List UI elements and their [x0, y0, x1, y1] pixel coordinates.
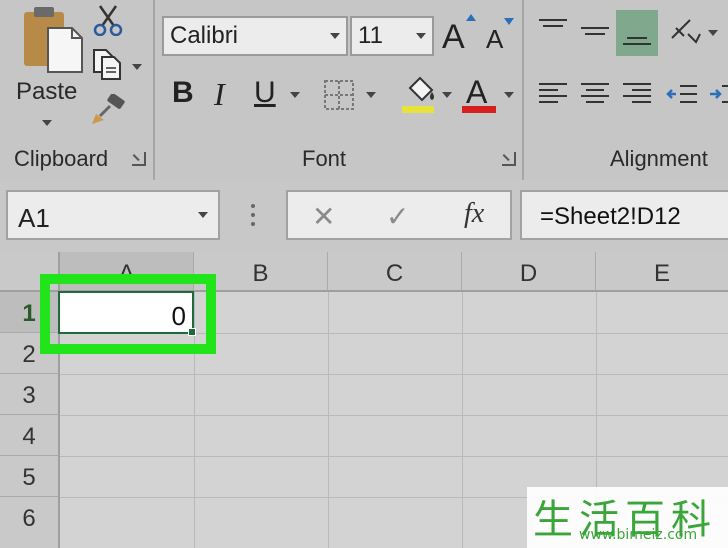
align-bottom-icon: [623, 37, 651, 45]
paint-bucket-icon: [408, 76, 434, 102]
scissors-icon[interactable]: [92, 4, 124, 36]
name-box-value: A1: [18, 203, 50, 233]
paste-button[interactable]: Paste: [8, 4, 88, 132]
cancel-button[interactable]: ✕: [312, 200, 335, 233]
underline-button[interactable]: U: [254, 76, 302, 116]
chevron-down-icon: [290, 92, 300, 98]
grow-font-button[interactable]: A: [442, 12, 476, 56]
insert-function-button[interactable]: fx: [464, 198, 484, 230]
grow-arrow-icon: [466, 14, 476, 21]
enter-button[interactable]: ✓: [386, 200, 409, 233]
gridline: [462, 292, 463, 548]
chevron-down-icon: [504, 92, 514, 98]
paste-clipboard-icon: [24, 7, 83, 73]
watermark: 生活百科 www.bimeiz.com: [527, 487, 728, 548]
align-left-icon[interactable]: [536, 78, 570, 112]
align-right-icon[interactable]: [620, 78, 654, 112]
increase-indent-icon[interactable]: [708, 78, 728, 112]
font-size-value: 11: [358, 22, 383, 49]
formula-input[interactable]: =Sheet2!D12: [520, 190, 728, 240]
formula-text: =Sheet2!D12: [540, 203, 681, 230]
align-bottom-button[interactable]: [616, 10, 658, 56]
grip-dot-icon: [251, 213, 255, 217]
chevron-down-icon: [442, 92, 452, 98]
gridline: [60, 456, 728, 457]
ribbon: Paste Clipboard Calibri 11 A A B I U A F…: [0, 0, 728, 180]
row-header-3[interactable]: 3: [0, 374, 60, 415]
font-color-swatch: [462, 106, 496, 113]
font-dialog-launcher[interactable]: [502, 152, 516, 166]
clipboard-group-label: Clipboard: [14, 146, 109, 171]
ribbon-separator: [522, 0, 524, 180]
align-middle-icon[interactable]: [578, 14, 612, 48]
grow-font-letter: A: [442, 18, 465, 56]
shrink-font-letter: A: [486, 24, 504, 54]
paste-dropdown-caret[interactable]: [42, 120, 52, 126]
cell-a1-value: 0: [171, 301, 186, 331]
column-header-d[interactable]: D: [462, 252, 596, 292]
watermark-url: www.bimeiz.com: [579, 527, 698, 543]
align-center-icon[interactable]: [578, 78, 612, 112]
fill-color-button[interactable]: [400, 76, 458, 116]
grip-dot-icon: [251, 204, 255, 208]
formula-bar-grip[interactable]: [251, 204, 255, 226]
chevron-down-icon: [198, 212, 208, 218]
align-top-icon[interactable]: [536, 14, 570, 48]
clipboard-dialog-launcher[interactable]: [132, 152, 146, 166]
gridline: [60, 415, 728, 416]
formula-buttons: ✕ ✓ fx: [286, 190, 512, 240]
column-header-e[interactable]: E: [596, 252, 728, 292]
row-header-5[interactable]: 5: [0, 456, 60, 497]
copy-dropdown-caret[interactable]: [132, 64, 142, 70]
chevron-down-icon: [330, 33, 340, 39]
chevron-down-icon: [366, 92, 376, 98]
underline-letter: U: [254, 76, 276, 109]
orientation-icon[interactable]: [668, 14, 704, 48]
shrink-font-button[interactable]: A: [484, 12, 518, 54]
paste-label: Paste: [16, 78, 78, 105]
shrink-arrow-icon: [504, 18, 514, 25]
font-color-button[interactable]: A: [462, 74, 520, 116]
gridline: [60, 374, 728, 375]
font-name-value: Calibri: [170, 22, 239, 49]
formula-bar: A1 ✕ ✓ fx =Sheet2!D12: [0, 180, 728, 252]
font-group-label: Font: [302, 146, 347, 171]
row-header-4[interactable]: 4: [0, 415, 60, 456]
active-cell-a1[interactable]: 0: [58, 291, 194, 334]
decrease-indent-icon[interactable]: [666, 78, 700, 112]
format-painter-icon[interactable]: [90, 94, 126, 126]
row-header-6[interactable]: 6: [0, 497, 60, 548]
chevron-down-icon[interactable]: [708, 30, 718, 36]
ribbon-separator: [153, 0, 155, 180]
fill-color-swatch: [402, 106, 434, 113]
italic-button[interactable]: I: [214, 76, 225, 113]
font-size-dropdown[interactable]: 11: [350, 16, 434, 56]
bold-button[interactable]: B: [172, 76, 194, 110]
alignment-group-label: Alignment: [610, 146, 708, 171]
gridline: [328, 292, 329, 548]
column-header-c[interactable]: C: [328, 252, 462, 292]
fill-handle[interactable]: [188, 328, 196, 336]
borders-button[interactable]: [322, 78, 378, 114]
chevron-down-icon: [416, 33, 426, 39]
copy-icon[interactable]: [92, 48, 122, 80]
font-name-dropdown[interactable]: Calibri: [162, 16, 348, 56]
borders-icon: [324, 80, 354, 110]
grip-dot-icon: [251, 222, 255, 226]
name-box[interactable]: A1: [6, 190, 220, 240]
